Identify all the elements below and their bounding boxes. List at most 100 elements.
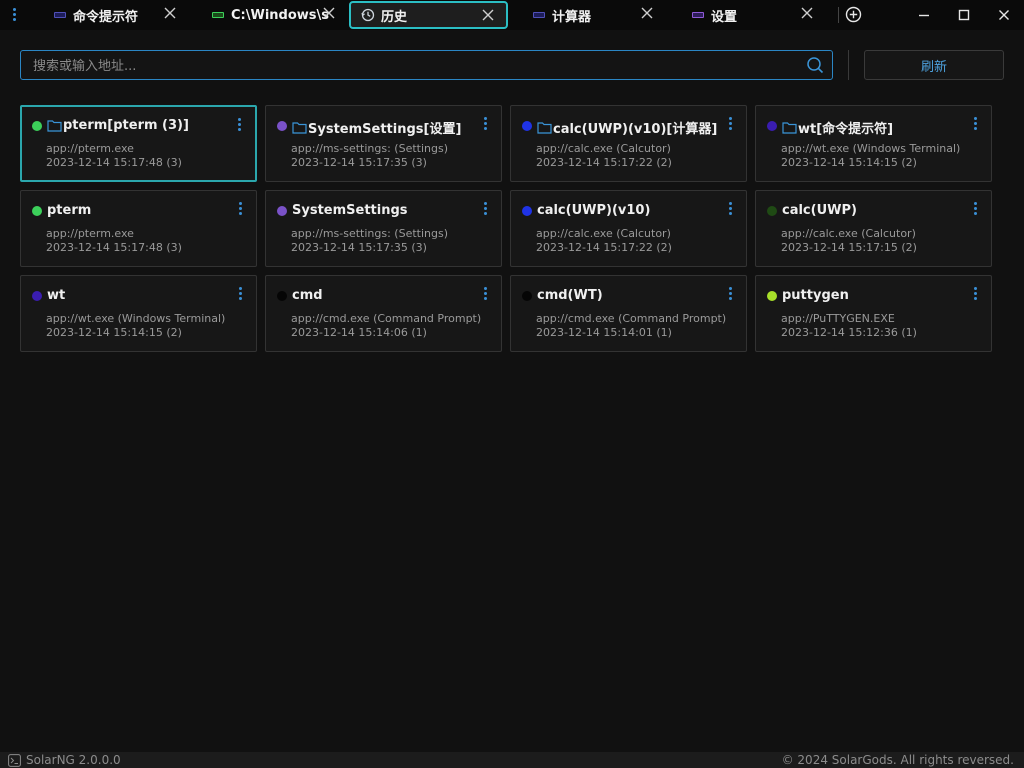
card-url: app://ms-settings: (Settings) [291, 142, 449, 155]
card-url: app://cmd.exe (Command Prompt) [536, 312, 727, 325]
status-dot [32, 206, 42, 216]
history-card[interactable]: calc(UWP)(v10) app://calc.exe (Calcutor) 2… [510, 190, 747, 267]
toolbar-divider [848, 50, 849, 80]
card-timestamp: 2023-12-14 15:14:01 (1) [536, 326, 672, 339]
card-title-text: calc(UWP)(v10)[计算器] [553, 122, 718, 137]
card-timestamp: 2023-12-14 15:14:15 (2) [781, 156, 917, 169]
tab-system32[interactable]: C:\Windows\system32 [182, 0, 346, 30]
more-options-icon[interactable] [972, 117, 978, 131]
close-icon[interactable] [801, 7, 813, 19]
tab-command-prompt[interactable]: 命令提示符 [24, 0, 186, 30]
terminal-logo-icon [8, 753, 21, 767]
close-icon[interactable] [482, 9, 494, 21]
copyright-text: © 2024 SolarGods. All rights reversed. [781, 753, 1014, 767]
card-title: SystemSettings[设置] [292, 118, 461, 137]
card-title: SystemSettings [292, 203, 408, 218]
version-text: SolarNG 2.0.0.0 [26, 753, 121, 767]
new-tab-icon[interactable] [845, 6, 862, 23]
card-timestamp: 2023-12-14 15:17:15 (2) [781, 241, 917, 254]
history-card[interactable]: wt[命令提示符] app://wt.exe (Windows Terminal)… [755, 105, 992, 182]
card-details: app://cmd.exe (Command Prompt) 2023-12-14… [291, 312, 481, 340]
more-options-icon[interactable] [727, 202, 733, 216]
more-options-icon[interactable] [237, 202, 243, 216]
card-title-text: cmd(WT) [537, 288, 603, 303]
more-options-icon[interactable] [482, 117, 488, 131]
more-options-icon[interactable] [236, 118, 242, 132]
history-card[interactable]: cmd(WT) app://cmd.exe (Command Prompt) 202… [510, 275, 747, 352]
more-options-icon[interactable] [482, 287, 488, 301]
card-url: app://ms-settings: (Settings) [291, 227, 449, 240]
close-icon[interactable] [323, 7, 335, 19]
app-menu-icon[interactable] [9, 8, 19, 22]
card-title: cmd [292, 288, 323, 303]
refresh-button[interactable]: 刷新 [864, 50, 1004, 80]
terminal-icon [212, 12, 224, 18]
card-url: app://calc.exe (Calcutor) [536, 142, 671, 155]
history-card[interactable]: SystemSettings[设置] app://ms-settings: (Se… [265, 105, 502, 182]
history-card[interactable]: SystemSettings app://ms-settings: (Settin… [265, 190, 502, 267]
window-close-icon[interactable] [984, 0, 1024, 30]
folder-icon [537, 122, 552, 134]
card-url: app://wt.exe (Windows Terminal) [46, 312, 226, 325]
card-title-text: calc(UWP) [782, 203, 857, 218]
history-card[interactable]: pterm[pterm (3)] app://pterm.exe 2023-12-1… [20, 105, 257, 182]
card-timestamp: 2023-12-14 15:14:06 (1) [291, 326, 427, 339]
history-card[interactable]: wt app://wt.exe (Windows Terminal) 2023-12… [20, 275, 257, 352]
more-options-icon[interactable] [482, 202, 488, 216]
folder-icon [47, 120, 62, 132]
status-dot [522, 206, 532, 216]
card-title-text: pterm[pterm (3)] [63, 118, 189, 133]
history-card[interactable]: cmd app://cmd.exe (Command Prompt) 2023-12… [265, 275, 502, 352]
card-timestamp: 2023-12-14 15:14:15 (2) [46, 326, 182, 339]
card-title: puttygen [782, 288, 849, 303]
card-url: app://calc.exe (Calcutor) [781, 227, 916, 240]
more-options-icon[interactable] [972, 287, 978, 301]
card-details: app://cmd.exe (Command Prompt) 2023-12-14… [536, 312, 726, 340]
card-title: wt[命令提示符] [782, 118, 893, 137]
folder-icon [782, 122, 797, 134]
card-title: calc(UWP)(v10) [537, 203, 650, 218]
more-options-icon[interactable] [727, 117, 733, 131]
card-url: app://PuTTYGEN.EXE [781, 312, 895, 325]
card-title: wt [47, 288, 65, 303]
more-options-icon[interactable] [972, 202, 978, 216]
history-card[interactable]: calc(UWP)(v10)[计算器] app://calc.exe (Calcu… [510, 105, 747, 182]
close-icon[interactable] [164, 7, 176, 19]
status-dot [32, 121, 42, 131]
search-input[interactable] [31, 51, 805, 81]
search-icon[interactable] [806, 56, 824, 74]
history-icon [361, 8, 375, 22]
tab-calculator[interactable]: 计算器 [503, 0, 666, 30]
card-timestamp: 2023-12-14 15:12:36 (1) [781, 326, 917, 339]
status-dot [767, 291, 777, 301]
history-grid: pterm[pterm (3)] app://pterm.exe 2023-12-1… [20, 105, 995, 352]
card-url: app://pterm.exe [46, 142, 134, 155]
card-details: app://pterm.exe 2023-12-14 15:17:48 (3) [46, 142, 182, 170]
more-options-icon[interactable] [727, 287, 733, 301]
card-title-text: cmd [292, 288, 323, 303]
card-timestamp: 2023-12-14 15:17:35 (3) [291, 156, 427, 169]
folder-icon [292, 122, 307, 134]
card-title: pterm [47, 203, 91, 218]
minimize-icon[interactable] [904, 0, 944, 30]
history-card[interactable]: puttygen app://PuTTYGEN.EXE 2023-12-14 15:… [755, 275, 992, 352]
card-title-text: wt[命令提示符] [798, 122, 894, 137]
terminal-icon [692, 12, 704, 18]
tab-label: 历史 [381, 9, 408, 25]
tab-settings[interactable]: 设置 [662, 0, 822, 30]
card-details: app://ms-settings: (Settings) 2023-12-14 … [291, 142, 448, 170]
card-title: cmd(WT) [537, 288, 603, 303]
more-options-icon[interactable] [237, 287, 243, 301]
tab-label: 命令提示符 [73, 9, 139, 25]
card-title-text: SystemSettings[设置] [308, 122, 462, 137]
card-title: calc(UWP)(v10)[计算器] [537, 118, 717, 137]
history-card[interactable]: pterm app://pterm.exe 2023-12-14 15:17:48 … [20, 190, 257, 267]
history-card[interactable]: calc(UWP) app://calc.exe (Calcutor) 2023-1… [755, 190, 992, 267]
tab-history[interactable]: 历史 [349, 1, 508, 29]
terminal-icon [54, 12, 66, 18]
close-icon[interactable] [641, 7, 653, 19]
card-url: app://wt.exe (Windows Terminal) [781, 142, 961, 155]
tab-label: C:\Windows\system32 [231, 7, 330, 23]
maximize-icon[interactable] [944, 0, 984, 30]
card-details: app://pterm.exe 2023-12-14 15:17:48 (3) [46, 227, 182, 255]
